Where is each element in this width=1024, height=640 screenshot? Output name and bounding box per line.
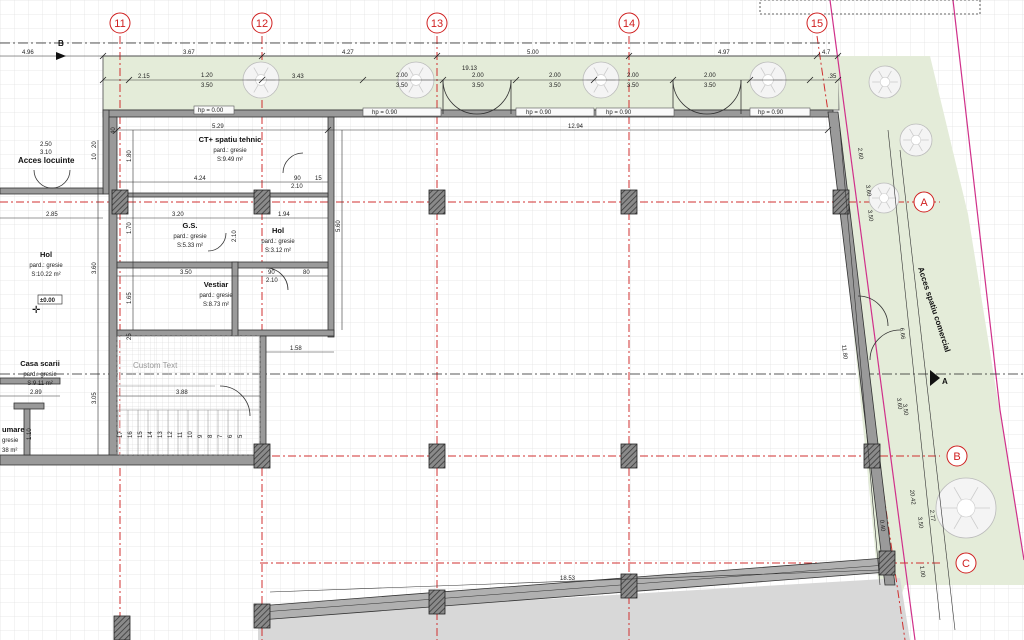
- tree-icon: [935, 477, 997, 539]
- column: [863, 443, 881, 469]
- column: [620, 443, 638, 469]
- column: [253, 443, 271, 469]
- column: [428, 189, 446, 215]
- column: [111, 189, 129, 215]
- column: [428, 589, 446, 615]
- green-terrace-top: [102, 55, 840, 111]
- column: [113, 615, 131, 640]
- tree-icon: [868, 65, 902, 99]
- column: [620, 573, 638, 599]
- column: [878, 550, 896, 576]
- column: [620, 189, 638, 215]
- column: [428, 443, 446, 469]
- stair-area: [116, 335, 261, 456]
- column: [253, 603, 271, 629]
- floor-plan-canvas[interactable]: 11 12 13 14 15 A B C B A Acces locuinte Acces s…: [0, 0, 1024, 640]
- column: [253, 189, 271, 215]
- tree-icon: [899, 123, 933, 157]
- floor-plan[interactable]: [0, 0, 1024, 640]
- tree-icon: [868, 182, 900, 214]
